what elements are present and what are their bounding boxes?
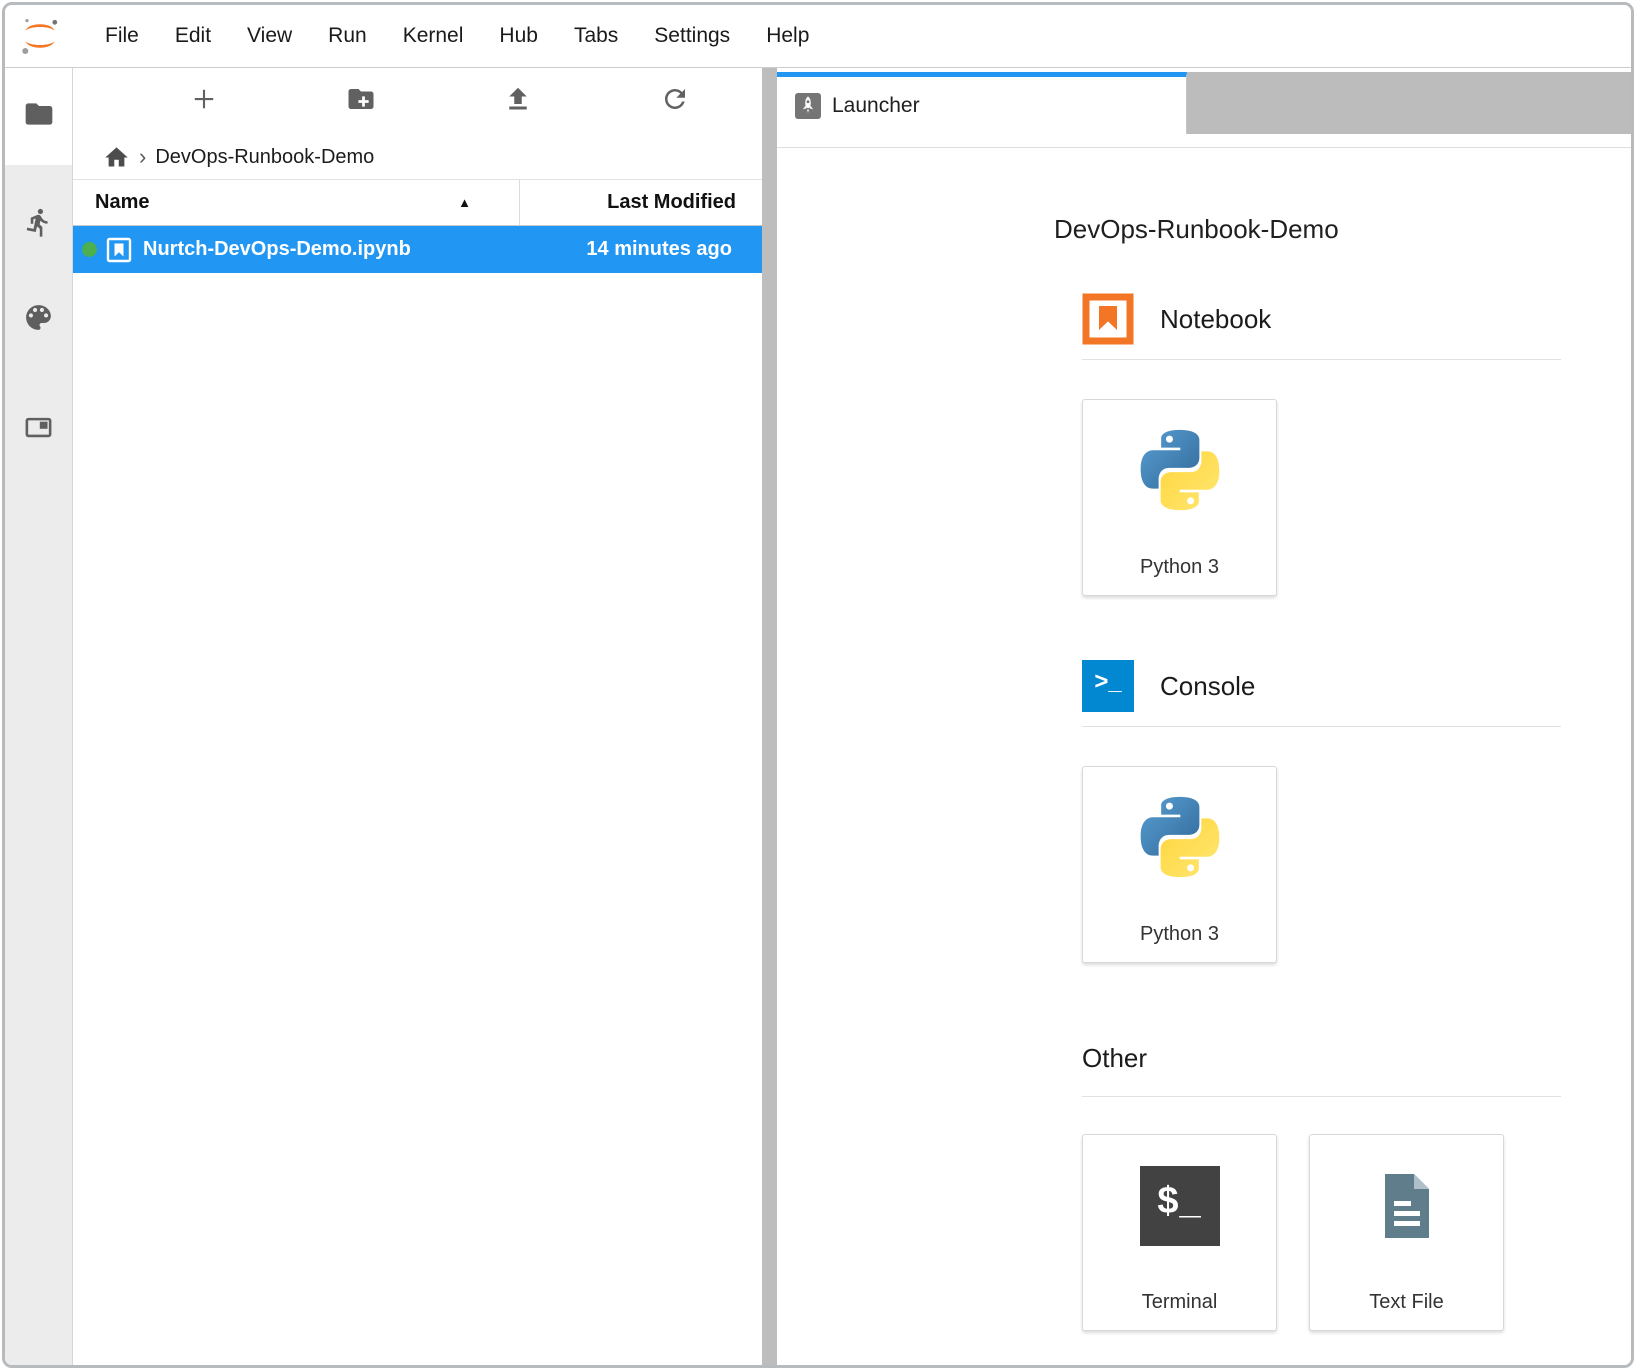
- column-header-name[interactable]: Name ▲: [73, 180, 520, 225]
- running-man-icon: [23, 207, 54, 243]
- section-header-console: >_ Console: [1082, 660, 1561, 712]
- cards-row: Python 3: [1082, 399, 1561, 596]
- menu-edit[interactable]: Edit: [157, 24, 229, 48]
- sort-ascending-icon: ▲: [458, 195, 471, 210]
- menu-file[interactable]: File: [87, 24, 157, 48]
- launcher-section-console: >_ Console: [1082, 660, 1561, 963]
- notebook-icon: [1082, 293, 1134, 345]
- card-label: Python 3: [1140, 556, 1219, 579]
- breadcrumb-separator: ›: [139, 146, 146, 168]
- menubar: File Edit View Run Kernel Hub Tabs Setti…: [5, 5, 1631, 68]
- sidebar-tab-commands[interactable]: [5, 285, 72, 355]
- section-label-other: Other: [1082, 1043, 1147, 1074]
- text-file-icon: [1367, 1166, 1447, 1246]
- section-separator: [1082, 359, 1561, 360]
- new-folder-button[interactable]: [343, 84, 379, 120]
- section-separator: [1082, 1096, 1561, 1097]
- terminal-icon: $_: [1140, 1166, 1220, 1246]
- kernel-running-dot: [82, 242, 97, 257]
- card-label: Python 3: [1140, 923, 1219, 946]
- file-browser-panel: › DevOps-Runbook-Demo Name ▲ Last Modifi…: [73, 68, 762, 1365]
- left-sidebar: [5, 68, 73, 1365]
- menu-settings[interactable]: Settings: [636, 24, 748, 48]
- card-label: Text File: [1369, 1291, 1443, 1314]
- launcher-card-notebook-python3[interactable]: Python 3: [1082, 399, 1277, 596]
- file-name: Nurtch-DevOps-Demo.ipynb: [143, 238, 411, 261]
- new-launcher-button[interactable]: [186, 84, 222, 120]
- section-header-notebook: Notebook: [1082, 293, 1561, 345]
- launcher-section-notebook: Notebook: [1082, 293, 1561, 596]
- launcher-rocket-icon: [795, 93, 821, 119]
- menu-tabs[interactable]: Tabs: [556, 24, 636, 48]
- jupyterlab-window: File Edit View Run Kernel Hub Tabs Setti…: [2, 2, 1634, 1368]
- file-browser-toolbar: [73, 68, 762, 135]
- new-folder-icon: [346, 84, 376, 119]
- tab-launcher[interactable]: Launcher: [777, 72, 1187, 134]
- file-row[interactable]: Nurtch-DevOps-Demo.ipynb 14 minutes ago: [73, 226, 762, 273]
- file-list-header: Name ▲ Last Modified: [73, 179, 762, 226]
- plus-icon: [189, 84, 219, 119]
- dock-panel: Launcher DevOps-Runbook-Demo: [777, 68, 1631, 1365]
- refresh-button[interactable]: [657, 84, 693, 120]
- cards-row: $_ Terminal: [1082, 1134, 1561, 1331]
- cards-row: Python 3: [1082, 766, 1561, 963]
- section-label-notebook: Notebook: [1160, 304, 1271, 335]
- dock-gap: [777, 134, 1631, 147]
- card-label: Terminal: [1142, 1291, 1218, 1314]
- launcher-card-text-file[interactable]: Text File: [1309, 1134, 1504, 1331]
- breadcrumb-current-folder[interactable]: DevOps-Runbook-Demo: [155, 146, 374, 169]
- upload-button[interactable]: [500, 84, 536, 120]
- palette-icon: [22, 301, 55, 339]
- menu-view[interactable]: View: [229, 24, 310, 48]
- notebook-file-icon: [106, 237, 132, 263]
- menu-run[interactable]: Run: [310, 24, 385, 48]
- launcher-body: DevOps-Runbook-Demo Notebook: [777, 148, 1631, 1365]
- upload-icon: [503, 84, 533, 119]
- folder-icon: [23, 98, 55, 135]
- column-name-label: Name: [95, 191, 149, 214]
- dock-tab-bar: Launcher: [777, 72, 1631, 134]
- column-header-last-modified[interactable]: Last Modified: [520, 180, 762, 225]
- sidebar-tab-files[interactable]: [5, 68, 72, 165]
- column-modified-label: Last Modified: [607, 191, 736, 214]
- jupyter-logo-icon: [17, 16, 63, 56]
- launcher-card-console-python3[interactable]: Python 3: [1082, 766, 1277, 963]
- section-separator: [1082, 726, 1561, 727]
- tab-launcher-label: Launcher: [832, 94, 920, 118]
- breadcrumb: › DevOps-Runbook-Demo: [73, 135, 762, 179]
- section-label-console: Console: [1160, 671, 1255, 702]
- menu-help[interactable]: Help: [748, 24, 827, 48]
- home-icon[interactable]: [103, 144, 130, 171]
- launcher-title: DevOps-Runbook-Demo: [1054, 214, 1561, 245]
- tabs-icon: [23, 412, 54, 448]
- tab-bar-empty-area: [1187, 72, 1631, 134]
- sidebar-tab-running-sessions[interactable]: [5, 190, 72, 260]
- python-icon: [1132, 422, 1228, 518]
- main-area: › DevOps-Runbook-Demo Name ▲ Last Modifi…: [5, 68, 1631, 1365]
- refresh-icon: [660, 84, 690, 119]
- console-icon: >_: [1082, 660, 1134, 712]
- panel-resize-handle[interactable]: [762, 68, 777, 1365]
- menu-hub[interactable]: Hub: [481, 24, 556, 48]
- section-header-other: Other: [1082, 1043, 1561, 1074]
- launcher-card-terminal[interactable]: $_ Terminal: [1082, 1134, 1277, 1331]
- sidebar-tab-open-tabs[interactable]: [5, 395, 72, 465]
- launcher-section-other: Other $_ Terminal: [1082, 1043, 1561, 1331]
- python-icon: [1132, 789, 1228, 885]
- menu-items: File Edit View Run Kernel Hub Tabs Setti…: [87, 24, 827, 48]
- file-last-modified: 14 minutes ago: [586, 238, 762, 261]
- menu-kernel[interactable]: Kernel: [385, 24, 482, 48]
